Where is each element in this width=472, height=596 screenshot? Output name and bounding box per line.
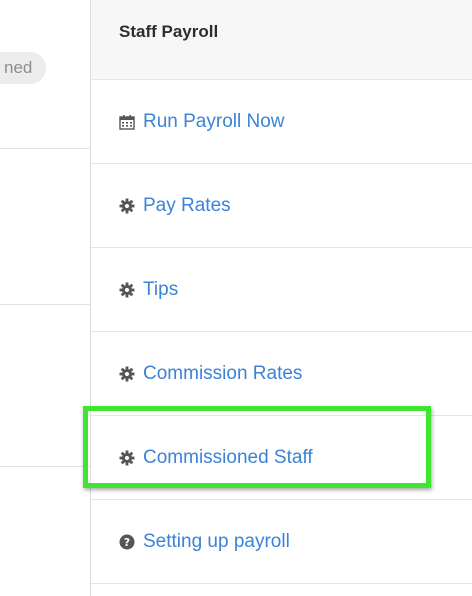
menu-item-label[interactable]: Commission Rates: [143, 363, 302, 385]
status-pill: ned: [0, 52, 47, 84]
menu-item-label[interactable]: Setting up payroll: [143, 531, 290, 553]
svg-text:?: ?: [124, 536, 130, 549]
menu-item-run-payroll-now[interactable]: Run Payroll Now: [91, 80, 472, 164]
menu-item-label[interactable]: Run Payroll Now: [143, 111, 285, 133]
menu-header: Staff Payroll: [91, 0, 472, 80]
menu-title: Staff Payroll: [119, 22, 219, 41]
left-divider: [0, 148, 90, 149]
gear-icon: [119, 366, 135, 382]
left-divider: [0, 304, 90, 305]
staff-payroll-menu: Staff Payroll Run Payroll Now Pay Rates …: [91, 0, 472, 596]
gear-icon: [119, 450, 135, 466]
left-divider: [0, 466, 90, 467]
menu-item-label[interactable]: Commissioned Staff: [143, 447, 313, 469]
menu-item-commissioned-staff[interactable]: Commissioned Staff: [91, 416, 472, 500]
menu-item-label[interactable]: Tips: [143, 279, 178, 301]
left-panel: ned: [0, 0, 90, 596]
menu-item-pay-rates[interactable]: Pay Rates: [91, 164, 472, 248]
menu-item-label[interactable]: Pay Rates: [143, 195, 231, 217]
gear-icon: [119, 282, 135, 298]
calendar-icon: [119, 114, 135, 130]
menu-item-tips[interactable]: Tips: [91, 248, 472, 332]
gear-icon: [119, 198, 135, 214]
question-circle-icon: ?: [119, 534, 135, 550]
menu-item-commission-rates[interactable]: Commission Rates: [91, 332, 472, 416]
menu-item-setting-up-payroll[interactable]: ? Setting up payroll: [91, 500, 472, 584]
